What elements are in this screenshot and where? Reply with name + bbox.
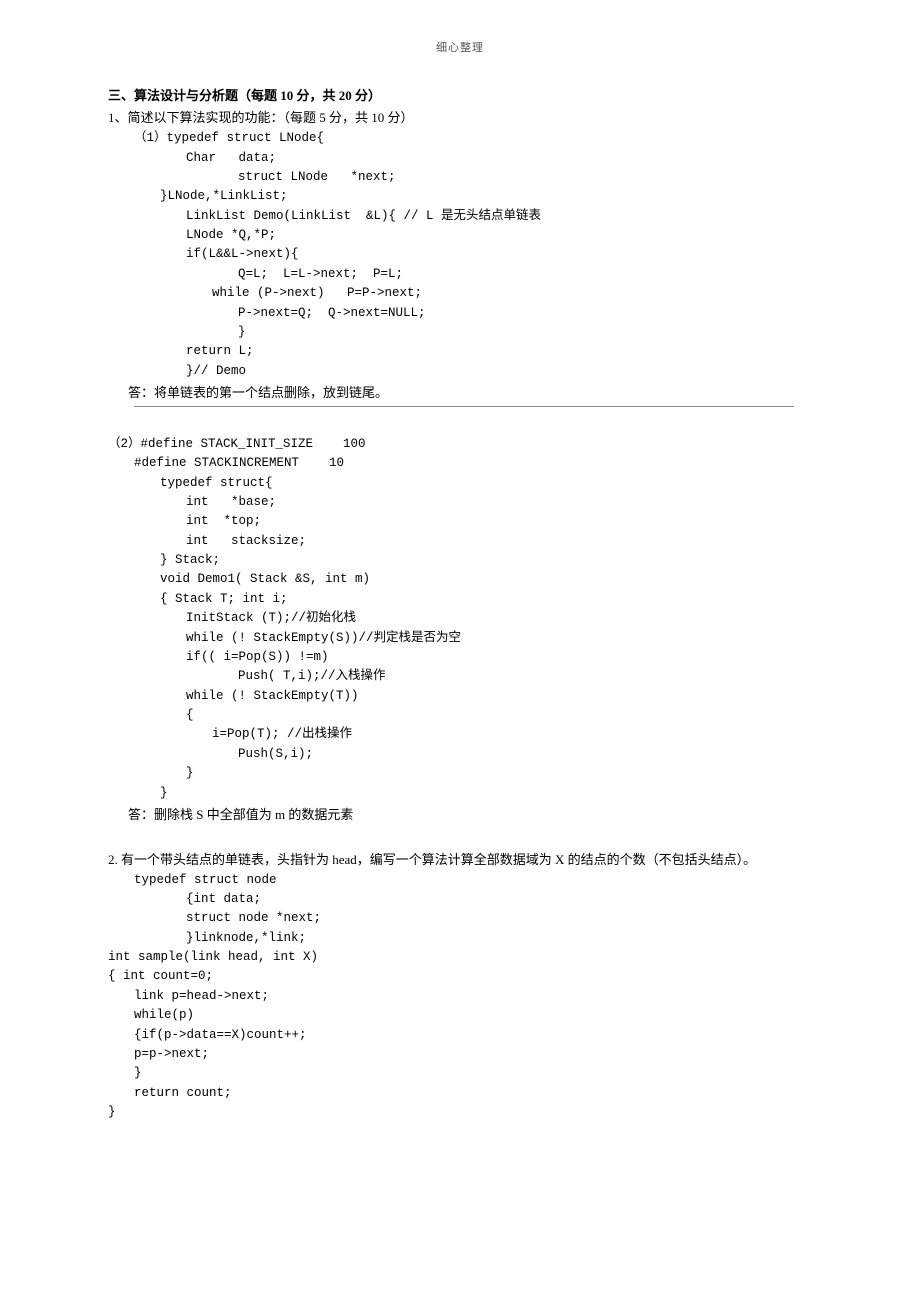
q2-prompt: 2. 有一个带头结点的单链表，头指针为 head，编写一个算法计算全部数据域为 …: [108, 850, 812, 871]
code-line: while (P->next) P=P->next;: [108, 284, 812, 303]
code-line: return L;: [108, 342, 812, 361]
code-line: InitStack (T);//初始化栈: [108, 609, 812, 628]
q1-answer1: 答：将单链表的第一个结点删除，放到链尾。: [128, 383, 812, 404]
section-title: 三、算法设计与分析题（每题 10 分，共 20 分）: [108, 86, 812, 107]
page-header: 细心整理: [108, 40, 812, 58]
code-line: {if(p->data==X)count++;: [108, 1026, 812, 1045]
code-line: }linknode,*link;: [108, 929, 812, 948]
code-line: Push(S,i);: [108, 745, 812, 764]
q1-answer2: 答：删除栈 S 中全部值为 m 的数据元素: [128, 805, 812, 826]
code-line: typedef struct node: [108, 871, 812, 890]
code-line: Char data;: [108, 149, 812, 168]
code-line: struct node *next;: [108, 909, 812, 928]
q1-sub2-label: （2）#define STACK_INIT_SIZE 100: [108, 435, 812, 454]
code-line: { Stack T; int i;: [108, 590, 812, 609]
code-line: int *top;: [108, 512, 812, 531]
code-line: if(( i=Pop(S)) !=m): [108, 648, 812, 667]
code-line: typedef struct{: [108, 474, 812, 493]
code-line: if(L&&L->next){: [108, 245, 812, 264]
code-line: int sample(link head, int X): [108, 948, 812, 967]
code-line: {: [108, 706, 812, 725]
code-line: LinkList Demo(LinkList &L){ // L 是无头结点单链…: [108, 207, 812, 226]
divider: [134, 406, 794, 407]
code-line: }: [108, 1064, 812, 1083]
code-line: while (! StackEmpty(S))//判定栈是否为空: [108, 629, 812, 648]
q1-prompt: 1、简述以下算法实现的功能：（每题 5 分，共 10 分）: [108, 108, 812, 129]
code-line: struct LNode *next;: [108, 168, 812, 187]
code-line: while(p): [108, 1006, 812, 1025]
code-line: while (! StackEmpty(T)): [108, 687, 812, 706]
code-line: int *base;: [108, 493, 812, 512]
code-line: link p=head->next;: [108, 987, 812, 1006]
code-line: P->next=Q; Q->next=NULL;: [108, 304, 812, 323]
code-line: }: [108, 323, 812, 342]
code-line: }LNode,*LinkList;: [108, 187, 812, 206]
code-line: int stacksize;: [108, 532, 812, 551]
code-line: }// Demo: [108, 362, 812, 381]
code-line: }: [108, 784, 812, 803]
question-1: 1、简述以下算法实现的功能：（每题 5 分，共 10 分） （1）typedef…: [108, 108, 812, 825]
code-line: { int count=0;: [108, 967, 812, 986]
code-line: LNode *Q,*P;: [108, 226, 812, 245]
code-line: p=p->next;: [108, 1045, 812, 1064]
code-line: Q=L; L=L->next; P=L;: [108, 265, 812, 284]
code-line: }: [108, 764, 812, 783]
code-line: #define STACKINCREMENT 10: [108, 454, 812, 473]
question-2: 2. 有一个带头结点的单链表，头指针为 head，编写一个算法计算全部数据域为 …: [108, 850, 812, 1123]
code-line: }: [108, 1103, 812, 1122]
q1-sub1-label: （1）typedef struct LNode{: [108, 129, 812, 148]
code-line: return count;: [108, 1084, 812, 1103]
code-line: i=Pop(T); //出栈操作: [108, 725, 812, 744]
code-line: {int data;: [108, 890, 812, 909]
code-line: } Stack;: [108, 551, 812, 570]
code-line: Push( T,i);//入栈操作: [108, 667, 812, 686]
code-line: void Demo1( Stack &S, int m): [108, 570, 812, 589]
